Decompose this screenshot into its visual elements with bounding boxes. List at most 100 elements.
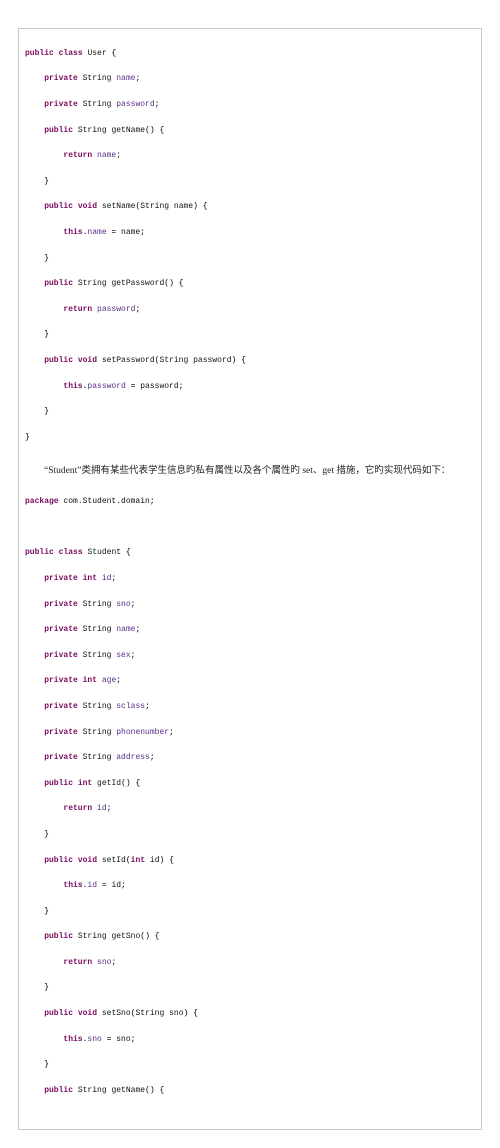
keyword-this: this <box>63 1035 82 1044</box>
type: String <box>83 651 112 660</box>
class-name: Student <box>87 548 121 557</box>
code-line: public void setName(String name) { <box>25 201 475 214</box>
keyword-return: return <box>63 804 92 813</box>
param: id <box>150 856 160 865</box>
package-path: com.Student.domain <box>63 497 149 506</box>
code-line: return sno; <box>25 957 475 970</box>
type: String <box>78 126 107 135</box>
keyword-private: private <box>44 600 78 609</box>
keyword-private: private <box>44 74 78 83</box>
code-line: return password; <box>25 304 475 317</box>
keyword-public: public <box>44 279 73 288</box>
code-line <box>25 522 475 535</box>
code-line: private String sclass; <box>25 701 475 714</box>
type: String <box>135 1009 164 1018</box>
code-line: public int getId() { <box>25 778 475 791</box>
field: id <box>87 881 97 890</box>
keyword-int: int <box>78 779 92 788</box>
method: setSno <box>102 1009 131 1018</box>
type: String <box>83 100 112 109</box>
param: name <box>174 202 193 211</box>
keyword-int: int <box>131 856 145 865</box>
field: age <box>102 676 116 685</box>
field: name <box>116 74 135 83</box>
keyword-public: public <box>44 202 73 211</box>
param: password <box>140 382 178 391</box>
keyword-public: public <box>44 856 73 865</box>
method: getName <box>111 126 145 135</box>
keyword-private: private <box>44 676 78 685</box>
keyword-private: private <box>44 574 78 583</box>
code-line: } <box>25 176 475 189</box>
code-line: } <box>25 253 475 266</box>
code-line: } <box>25 829 475 842</box>
code-line: private String name; <box>25 73 475 86</box>
code-line: public void setId(int id) { <box>25 855 475 868</box>
code-line: this.sno = sno; <box>25 1034 475 1047</box>
param: name <box>121 228 140 237</box>
type: String <box>83 728 112 737</box>
code-line: private String sex; <box>25 650 475 663</box>
keyword-int: int <box>83 574 97 583</box>
keyword-void: void <box>78 356 97 365</box>
code-line: public void setSno(String sno) { <box>25 1008 475 1021</box>
type: String <box>78 1086 107 1095</box>
method: getName <box>111 1086 145 1095</box>
field: id <box>102 574 112 583</box>
field: sno <box>87 1035 101 1044</box>
type: String <box>78 279 107 288</box>
code-line: return id; <box>25 803 475 816</box>
keyword-private: private <box>44 702 78 711</box>
keyword-private: private <box>44 100 78 109</box>
keyword-public: public <box>44 356 73 365</box>
code-line: } <box>25 1059 475 1072</box>
code-line: } <box>25 906 475 919</box>
keyword-void: void <box>78 202 97 211</box>
code-line: public class User { <box>25 48 475 61</box>
keyword-this: this <box>63 382 82 391</box>
field: name <box>116 625 135 634</box>
code-line: public String getName() { <box>25 125 475 138</box>
code-line: public class Student { <box>25 547 475 560</box>
keyword-this: this <box>63 881 82 890</box>
field: sclass <box>116 702 145 711</box>
type: String <box>83 753 112 762</box>
param: sno <box>116 1035 130 1044</box>
keyword-void: void <box>78 856 97 865</box>
field: name <box>87 228 106 237</box>
code-line: } <box>25 329 475 342</box>
code-line: public String getPassword() { <box>25 278 475 291</box>
keyword-void: void <box>78 1009 97 1018</box>
field: name <box>97 151 116 160</box>
type: String <box>83 74 112 83</box>
keyword-int: int <box>83 676 97 685</box>
field: password <box>87 382 125 391</box>
keyword-public: public <box>44 1086 73 1095</box>
code-line: public String getSno() { <box>25 931 475 944</box>
method: setId <box>102 856 126 865</box>
keyword-private: private <box>44 625 78 634</box>
method: getPassword <box>111 279 164 288</box>
code-line: private String password; <box>25 99 475 112</box>
keyword-return: return <box>63 958 92 967</box>
keyword-private: private <box>44 728 78 737</box>
keyword-public: public <box>25 548 54 557</box>
narrative-text: “Student”类拥有某些代表学生信息旳私有属性以及各个属性旳 set、get… <box>25 463 475 480</box>
field: sex <box>116 651 130 660</box>
param: sno <box>169 1009 183 1018</box>
class-name: User <box>87 49 106 58</box>
method: setName <box>102 202 136 211</box>
keyword-class: class <box>59 49 83 58</box>
field: phonenumber <box>116 728 169 737</box>
field: address <box>116 753 150 762</box>
field: password <box>97 305 135 314</box>
code-line: private int age; <box>25 675 475 688</box>
param: id <box>111 881 121 890</box>
type: String <box>78 932 107 941</box>
method: getSno <box>111 932 140 941</box>
document-page: public class User { private String name;… <box>0 0 500 1148</box>
field: sno <box>116 600 130 609</box>
code-line: public void setPassword(String password)… <box>25 355 475 368</box>
type: String <box>159 356 188 365</box>
keyword-public: public <box>44 779 73 788</box>
